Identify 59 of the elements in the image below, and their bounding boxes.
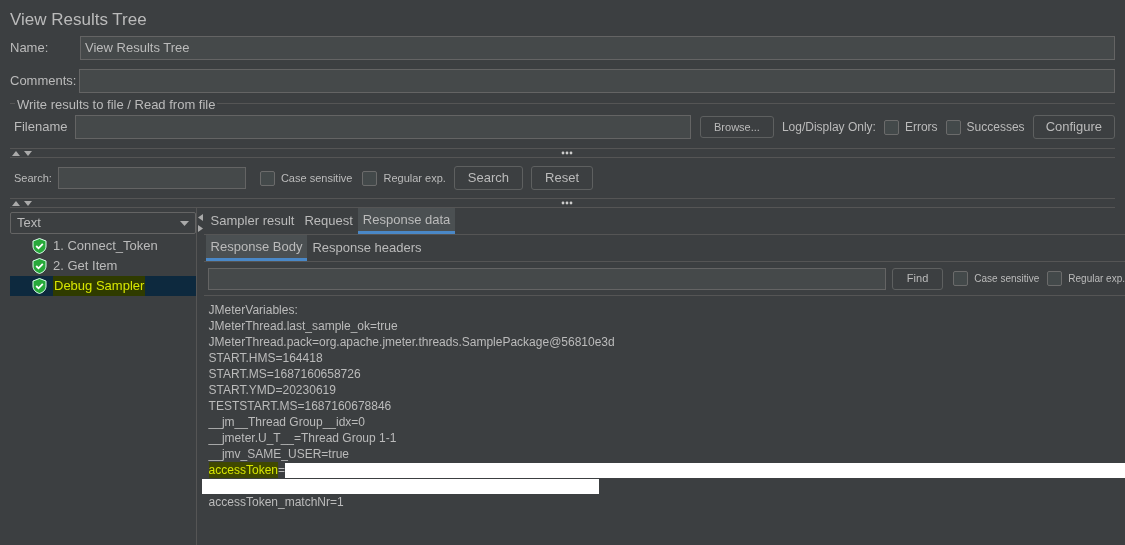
result-tree-item[interactable]: 2. Get Item <box>10 256 196 276</box>
collapse-arrows-icon[interactable] <box>12 150 34 156</box>
splitter-grip-icon[interactable] <box>561 151 573 155</box>
checkbox[interactable] <box>945 119 961 135</box>
highlighted-match: accessToken <box>208 462 278 478</box>
response-line: = <box>278 462 285 478</box>
checkbox-label: Regular exp. <box>1068 272 1125 286</box>
action-button[interactable]: Browse... <box>700 116 774 138</box>
action-button[interactable]: Search <box>453 166 524 190</box>
checkbox-label: Case sensitive <box>280 170 353 186</box>
field-label: Filename <box>14 118 68 137</box>
collapse-arrows-icon[interactable] <box>12 200 34 206</box>
response-line: accessToken_matchNr=1 <box>208 494 345 510</box>
panel-title: View Results Tree <box>9 9 148 31</box>
shield-check-icon <box>32 258 47 274</box>
response-line: START.MS=1687160658726 <box>208 366 362 382</box>
response-line: JMeterThread.pack=org.apache.jmeter.threads.SamplePackage@56810e3d <box>208 334 616 350</box>
comments-field[interactable] <box>79 68 1115 93</box>
shield-check-icon <box>32 278 47 294</box>
search-field[interactable] <box>57 167 246 189</box>
tab[interactable]: Request <box>299 208 358 234</box>
response-line: START.YMD=20230619 <box>208 382 337 398</box>
checkbox-label: Successes <box>966 119 1025 136</box>
response-line: __jmv_SAME_USER=true <box>208 446 350 462</box>
checkbox[interactable] <box>883 119 899 135</box>
result-tree-item[interactable]: Debug Sampler <box>10 276 196 296</box>
tab[interactable]: Response headers <box>307 235 427 261</box>
renderer-dropdown[interactable]: Text <box>10 212 196 234</box>
response-line: TESTSTART.MS=1687160678846 <box>208 398 393 414</box>
name-field[interactable]: View Results Tree <box>80 36 1115 60</box>
action-button[interactable]: Find <box>891 267 944 290</box>
field-label: Comments: <box>10 71 78 90</box>
response-line: JMeterThread.last_sample_ok=true <box>208 318 399 334</box>
splitter-grip-icon[interactable] <box>561 201 573 205</box>
tab[interactable]: Response data <box>357 208 456 234</box>
response-line: JMeterVariables: <box>208 302 299 318</box>
checkbox[interactable] <box>1047 271 1063 286</box>
split-arrows-icon[interactable] <box>197 214 203 232</box>
checkbox-label: Case sensitive <box>974 272 1040 286</box>
response-line: __jmeter.U_T__=Thread Group 1-1 <box>208 430 398 446</box>
action-button[interactable]: Reset <box>531 166 593 190</box>
shield-check-icon <box>32 238 47 254</box>
action-button[interactable]: Configure <box>1032 115 1115 139</box>
checkbox[interactable] <box>362 170 378 186</box>
checkbox-label: Errors <box>904 119 938 136</box>
find-field[interactable] <box>207 267 886 290</box>
field-label: Name: <box>10 39 50 58</box>
checkbox[interactable] <box>259 170 275 186</box>
log-display-label: Log/Display Only: <box>781 119 876 136</box>
checkbox-label: Regular exp. <box>383 170 446 186</box>
response-line: START.HMS=164418 <box>208 350 324 366</box>
tab[interactable]: Response Body <box>205 235 308 261</box>
checkbox[interactable] <box>953 271 969 286</box>
caret-icon <box>179 220 189 226</box>
tab[interactable]: Sampler result <box>205 208 300 234</box>
field-label: Search: <box>14 170 52 186</box>
filename-field[interactable] <box>75 115 691 139</box>
response-line: __jm__Thread Group__idx=0 <box>208 414 367 430</box>
result-tree-item[interactable]: 1. Connect_Token <box>10 236 196 256</box>
